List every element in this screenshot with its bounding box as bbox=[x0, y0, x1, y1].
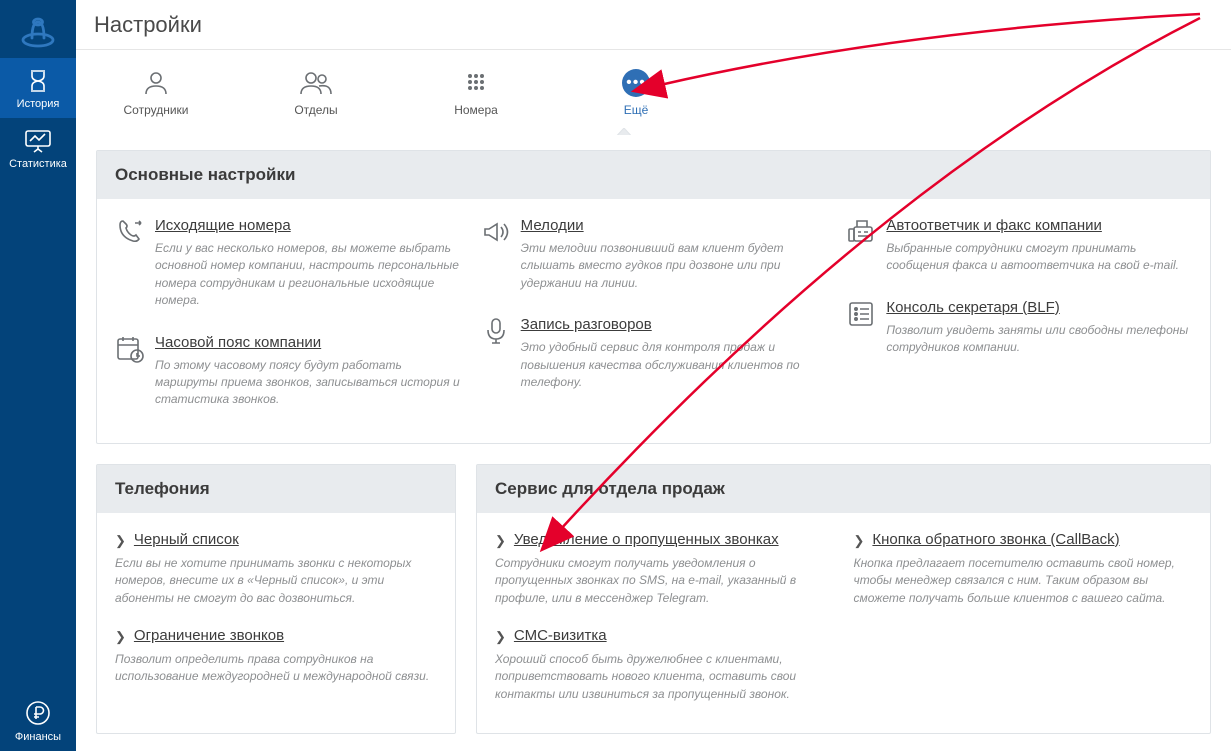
item-desc: Если у вас несколько номеров, вы можете … bbox=[155, 240, 461, 310]
item-title: Автоответчик и факс компании bbox=[886, 217, 1102, 234]
calendar-clock-icon bbox=[115, 334, 155, 409]
item-desc: Это удобный сервис для контроля продаж и… bbox=[521, 339, 827, 391]
item-title: СМС-визитка bbox=[514, 627, 607, 644]
fax-icon bbox=[846, 217, 886, 275]
item-desc: Позволит определить права сотрудников на… bbox=[115, 651, 437, 686]
panel-title: Сервис для отдела продаж bbox=[477, 465, 1210, 513]
ruble-icon bbox=[24, 699, 52, 727]
tab-label: Ещё bbox=[624, 103, 649, 117]
hourglass-icon bbox=[25, 68, 51, 94]
item-title: Черный список bbox=[134, 531, 239, 548]
settings-tabbar: Сотрудники Отделы Номера ••• Ещё bbox=[76, 50, 1231, 135]
item-title: Исходящие номера bbox=[155, 217, 291, 234]
sidebar-item-stats[interactable]: Статистика bbox=[0, 118, 76, 178]
item-desc: По этому часовому поясу будут работать м… bbox=[155, 357, 461, 409]
content: Основные настройки Исходящие номера Если… bbox=[76, 135, 1231, 751]
item-desc: Выбранные сотрудники смогут принимать со… bbox=[886, 240, 1192, 275]
panel-title: Основные настройки bbox=[97, 151, 1210, 199]
tab-numbers[interactable]: Номера bbox=[396, 69, 556, 117]
setting-melodies[interactable]: Мелодии Эти мелодии позвонивший вам клие… bbox=[481, 217, 827, 292]
tab-departments[interactable]: Отделы bbox=[236, 69, 396, 117]
setting-blf[interactable]: Консоль секретаря (BLF) Позволит увидеть… bbox=[846, 299, 1192, 357]
setting-timezone[interactable]: Часовой пояс компании По этому часовому … bbox=[115, 334, 461, 409]
chevron-right-icon: ❯ bbox=[495, 629, 506, 645]
tab-more[interactable]: ••• Ещё bbox=[556, 69, 716, 117]
sidebar-item-finance[interactable]: Финансы bbox=[0, 689, 76, 751]
console-icon bbox=[846, 299, 886, 357]
people-icon bbox=[299, 69, 333, 97]
item-title: Мелодии bbox=[521, 217, 584, 234]
setting-fax[interactable]: Автоответчик и факс компании Выбранные с… bbox=[846, 217, 1192, 275]
item-title: Часовой пояс компании bbox=[155, 334, 321, 351]
setting-sms-card[interactable]: ❯ СМС-визитка Хороший способ быть дружел… bbox=[495, 627, 834, 703]
megaphone-icon bbox=[481, 217, 521, 292]
sidebar-label-finance: Финансы bbox=[15, 731, 61, 743]
more-icon: ••• bbox=[622, 69, 650, 97]
logo bbox=[0, 8, 76, 58]
item-desc: Если вы не хотите принимать звонки с нек… bbox=[115, 555, 437, 607]
item-desc: Позволит увидеть заняты или свободны тел… bbox=[886, 322, 1192, 357]
chevron-right-icon: ❯ bbox=[115, 533, 126, 549]
dialpad-icon bbox=[462, 69, 490, 97]
tab-label: Сотрудники bbox=[124, 103, 189, 117]
item-title: Консоль секретаря (BLF) bbox=[886, 299, 1059, 316]
item-title: Уведомление о пропущенных звонках bbox=[514, 531, 779, 548]
phone-out-icon bbox=[115, 217, 155, 310]
microphone-icon bbox=[481, 316, 521, 391]
panel-title: Телефония bbox=[97, 465, 455, 513]
setting-callback[interactable]: ❯ Кнопка обратного звонка (CallBack) Кно… bbox=[854, 531, 1193, 607]
person-icon bbox=[142, 69, 170, 97]
panel-sales-services: Сервис для отдела продаж ❯ Уведомление о… bbox=[476, 464, 1211, 734]
item-desc: Кнопка предлагает посетителю оставить св… bbox=[854, 555, 1193, 607]
item-desc: Сотрудники смогут получать уведомления о… bbox=[495, 555, 834, 607]
panel-main-settings: Основные настройки Исходящие номера Если… bbox=[96, 150, 1211, 444]
presentation-icon bbox=[23, 128, 53, 154]
item-title: Ограничение звонков bbox=[134, 627, 284, 644]
sidebar-label-stats: Статистика bbox=[9, 158, 67, 170]
item-title: Кнопка обратного звонка (CallBack) bbox=[872, 531, 1119, 548]
topbar: Настройки bbox=[76, 0, 1231, 50]
setting-recording[interactable]: Запись разговоров Это удобный сервис для… bbox=[481, 316, 827, 391]
tab-label: Номера bbox=[454, 103, 498, 117]
page-title: Настройки bbox=[94, 12, 202, 38]
item-desc: Хороший способ быть дружелюбнее с клиент… bbox=[495, 651, 834, 703]
setting-outgoing-numbers[interactable]: Исходящие номера Если у вас несколько но… bbox=[115, 217, 461, 310]
chevron-right-icon: ❯ bbox=[115, 629, 126, 645]
panel-telephony: Телефония ❯ Черный список Если вы не хот… bbox=[96, 464, 456, 734]
tab-label: Отделы bbox=[294, 103, 337, 117]
item-desc: Эти мелодии позвонивший вам клиент будет… bbox=[521, 240, 827, 292]
item-title: Запись разговоров bbox=[521, 316, 652, 333]
sidebar-label-history: История bbox=[17, 98, 60, 110]
setting-missed-notify[interactable]: ❯ Уведомление о пропущенных звонках Сотр… bbox=[495, 531, 834, 607]
setting-call-restrict[interactable]: ❯ Ограничение звонков Позволит определит… bbox=[115, 627, 437, 686]
tab-employees[interactable]: Сотрудники bbox=[76, 69, 236, 117]
sidebar-item-history[interactable]: История bbox=[0, 58, 76, 118]
chevron-right-icon: ❯ bbox=[495, 533, 506, 549]
chevron-right-icon: ❯ bbox=[854, 533, 865, 549]
setting-blacklist[interactable]: ❯ Черный список Если вы не хотите приним… bbox=[115, 531, 437, 607]
sidebar: История Статистика Финансы bbox=[0, 0, 76, 751]
